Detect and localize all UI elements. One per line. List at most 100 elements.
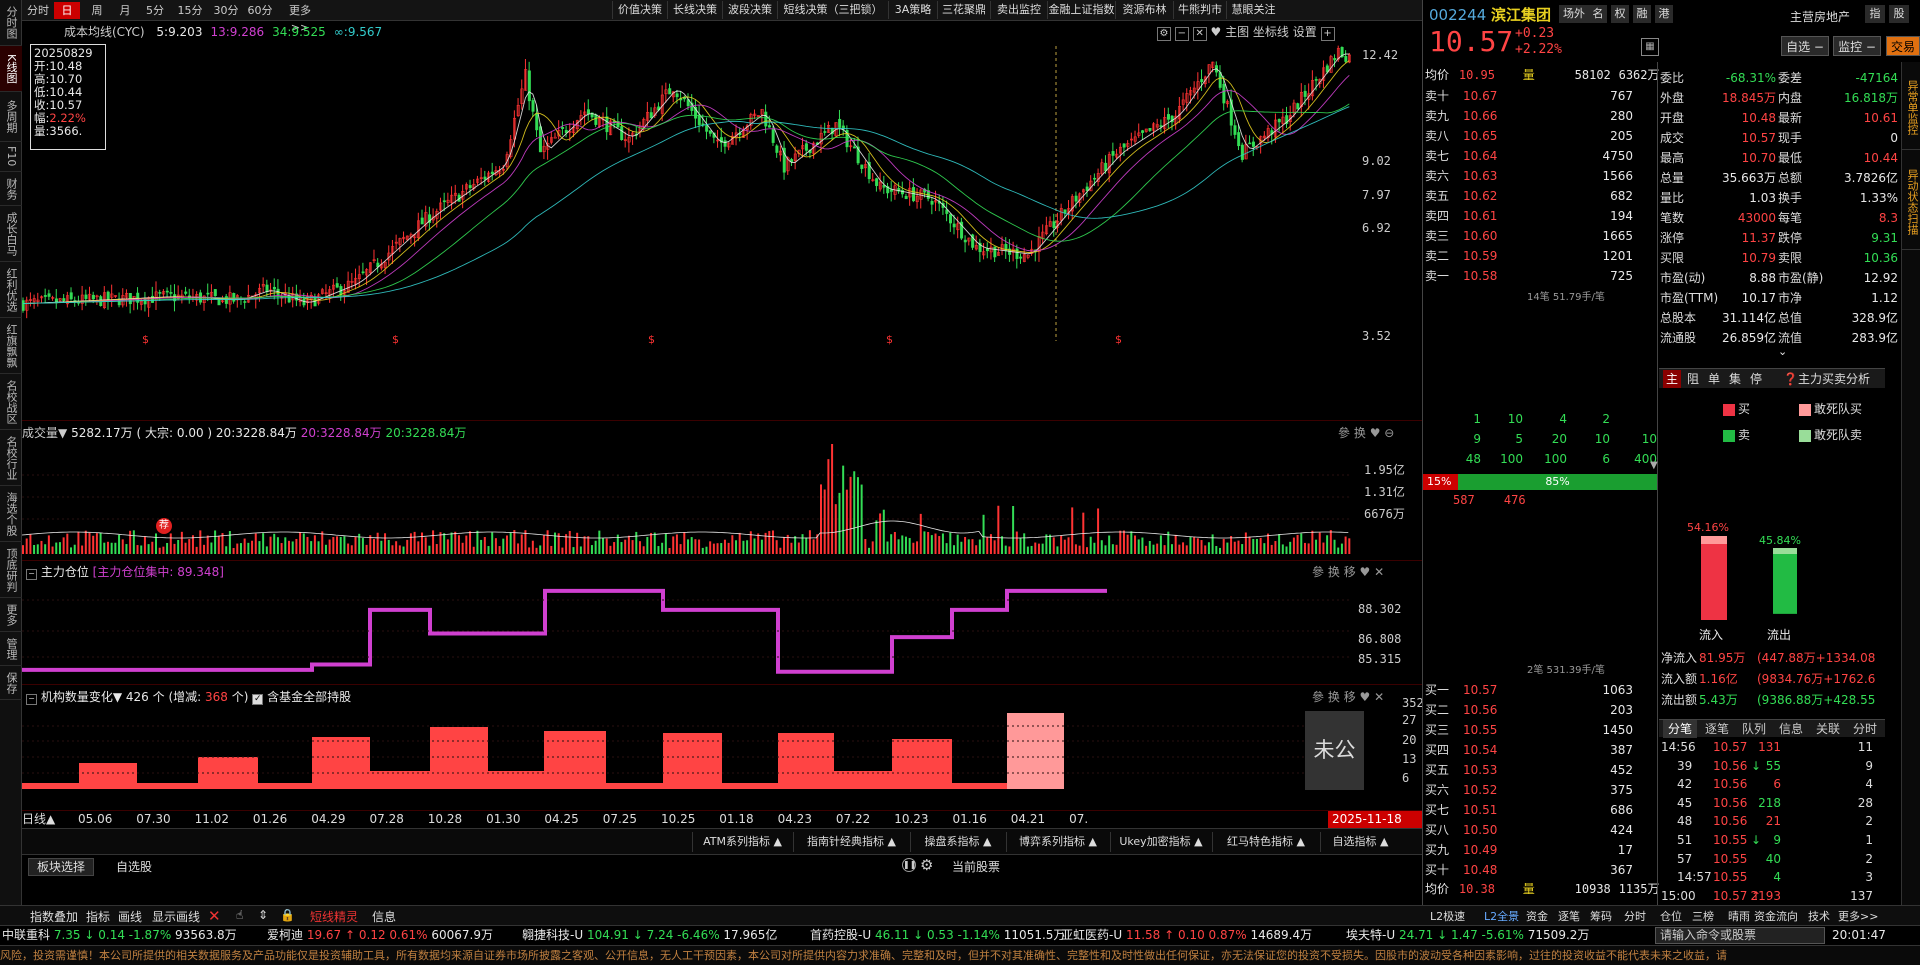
period-tab[interactable]: 日: [54, 2, 80, 19]
volume-panel[interactable]: 成交量▼ 5282.17万 ( 大宗: 0.00 ) 20:3228.84万 2…: [22, 421, 1422, 561]
quote-bottom-tab[interactable]: 更多>>: [1838, 908, 1878, 924]
left-tab[interactable]: 名校行业: [0, 430, 22, 486]
indicator-tab[interactable]: 博弈系列指标 ▲: [1006, 832, 1109, 852]
quote-bottom-tab[interactable]: L2全景: [1484, 908, 1519, 924]
ticker-item[interactable]: 爱柯迪 19.67 ↑ 0.12 0.61% 60067.9万: [267, 927, 493, 944]
quote-mini-button[interactable]: 交易: [1886, 36, 1920, 56]
left-tab[interactable]: 红旗飘飘: [0, 318, 22, 374]
ticker-item[interactable]: 首药控股-U 46.11 ↓ 0.53 -1.14% 11051.5万: [810, 927, 1065, 944]
indicator-tab[interactable]: 自选指标 ▲: [1320, 832, 1400, 852]
quote-bottom-tab[interactable]: 筹码: [1590, 908, 1612, 924]
period-tab[interactable]: 15分: [174, 2, 206, 19]
left-tab[interactable]: 成长白马: [0, 206, 22, 262]
pause-icon[interactable]: ❚❚: [902, 858, 916, 872]
trade-tab[interactable]: 信息: [1774, 720, 1808, 738]
recommend-badge[interactable]: 荐: [156, 518, 172, 534]
period-tab[interactable]: 30分: [210, 2, 242, 19]
stock-action-button[interactable]: 融: [1633, 5, 1651, 23]
sector-button[interactable]: 指: [1865, 5, 1885, 23]
quote-bottom-tab[interactable]: 仓位: [1660, 908, 1682, 924]
kline-chart[interactable]: $ $ $ $ $: [22, 21, 1352, 421]
ticker-item[interactable]: 中联重科 7.35 ↓ 0.14 -1.87% 93563.8万: [2, 927, 237, 944]
left-tab[interactable]: F10: [0, 142, 22, 172]
indicator-tab[interactable]: Ukey加密指标 ▲: [1110, 832, 1211, 852]
close-icon[interactable]: ✕: [1374, 565, 1384, 579]
quote-bottom-tab[interactable]: 晴雨: [1728, 908, 1750, 924]
zoom-icon[interactable]: ⊖: [1384, 426, 1394, 440]
strategy-button[interactable]: 波段决策: [722, 1, 777, 19]
trade-tab[interactable]: 关联: [1811, 720, 1845, 738]
quote-mini-button[interactable]: 自选 −: [1781, 36, 1829, 56]
bottom-tool-tab[interactable]: 画线: [118, 908, 142, 925]
left-tab[interactable]: 保存: [0, 666, 22, 700]
period-tab[interactable]: 周: [84, 2, 110, 19]
indicator-tab[interactable]: ATM系列指标 ▲: [692, 832, 792, 852]
watchlist-tab[interactable]: 自选股: [104, 858, 164, 876]
flow-tab[interactable]: 主: [1663, 370, 1681, 388]
period-tab[interactable]: 月: [112, 2, 138, 19]
ticker-item[interactable]: 翱捷科技-U 104.91 ↓ 7.24 -6.46% 17.965亿: [522, 927, 777, 944]
favorite-icon[interactable]: ♥: [1370, 426, 1381, 440]
scroll-down-icon[interactable]: ▼: [1650, 460, 1658, 471]
indicator-tab[interactable]: 红马特色指标 ▲: [1212, 832, 1319, 852]
kline-panel[interactable]: 成本均线(CYC) 5:9.203 13:9.286 34:9.525 ∞:9.567…: [22, 21, 1422, 421]
left-tab[interactable]: K线图: [0, 46, 22, 92]
quote-bottom-tab[interactable]: 资金: [1526, 908, 1548, 924]
expand-icon[interactable]: ▦: [1641, 38, 1659, 56]
left-tab[interactable]: 海选个股: [0, 486, 22, 542]
left-tab[interactable]: 顶底研判: [0, 542, 22, 598]
quote-bottom-tab[interactable]: 逐笔: [1558, 908, 1580, 924]
abnormal-order-tab[interactable]: 异常单监控: [1902, 66, 1920, 150]
vertical-move-icon[interactable]: ⇕: [258, 908, 268, 922]
trade-tab[interactable]: 逐笔: [1700, 720, 1734, 738]
flow-analysis-tab[interactable]: ❓主力买卖分析: [1783, 370, 1870, 388]
hand-icon[interactable]: ☝: [236, 908, 243, 922]
period-tab[interactable]: 60分: [244, 2, 276, 19]
sector-button[interactable]: 股: [1889, 5, 1909, 23]
left-tab[interactable]: 红利优选: [0, 262, 22, 318]
quote-bottom-tab[interactable]: 资金流向: [1754, 908, 1798, 924]
quote-bottom-tab[interactable]: L2极速: [1430, 908, 1465, 924]
period-label[interactable]: 日线▲: [22, 811, 55, 828]
quote-bottom-tab[interactable]: 技术: [1808, 908, 1830, 924]
trade-tab[interactable]: 分时: [1848, 720, 1882, 738]
gear-icon[interactable]: ⚙: [920, 856, 933, 874]
bottom-tool-tab[interactable]: 指数叠加: [30, 908, 78, 925]
period-tab[interactable]: 5分: [140, 2, 170, 19]
strategy-button[interactable]: 卖出监控: [990, 1, 1047, 19]
bottom-tool-tab[interactable]: 显示画线: [152, 908, 200, 925]
strategy-button[interactable]: 长线决策: [667, 1, 722, 19]
strategy-button[interactable]: 牛熊判市: [1173, 1, 1226, 19]
period-tab[interactable]: 更多>>: [280, 2, 320, 34]
more-chevron-icon[interactable]: ⌄: [1778, 345, 1787, 358]
abnormal-scan-tab[interactable]: 异动状态扫描: [1902, 154, 1920, 250]
info-tab[interactable]: 信息: [372, 908, 396, 925]
left-tab[interactable]: 财务: [0, 172, 22, 206]
volume-chart[interactable]: [22, 421, 1352, 561]
indicator-tab[interactable]: 指南针经典指标 ▲: [793, 832, 909, 852]
flow-tab[interactable]: 集: [1726, 370, 1744, 388]
main-position-panel[interactable]: − 主力仓位 [主力仓位集中: 89.348] 參 换 移 ♥ ✕ 88.302…: [22, 561, 1422, 685]
strategy-button[interactable]: 三花聚鼎: [937, 1, 990, 19]
left-tab[interactable]: 管理: [0, 632, 22, 666]
stock-action-button[interactable]: 权: [1611, 5, 1629, 23]
sector-label[interactable]: 主营房地产: [1790, 8, 1850, 25]
strategy-button[interactable]: 慧眼关注: [1226, 1, 1280, 19]
indicator-tab[interactable]: 操盘系指标 ▲: [910, 832, 1005, 852]
stock-action-button[interactable]: 场外: [1559, 5, 1589, 23]
flow-tab[interactable]: 单: [1705, 370, 1723, 388]
swap-icon[interactable]: 换: [1354, 426, 1366, 440]
stock-action-button[interactable]: 港: [1655, 5, 1673, 23]
strategy-button[interactable]: 短线决策（三把锁）: [777, 1, 888, 19]
quote-bottom-tab[interactable]: 分时: [1624, 908, 1646, 924]
strategy-button[interactable]: 金融上证指数: [1047, 1, 1115, 19]
ticker-item[interactable]: 亚虹医药-U 11.58 ↑ 0.10 0.87% 14689.4万: [1061, 927, 1312, 944]
period-tab[interactable]: 分时: [24, 2, 52, 19]
quote-bottom-tab[interactable]: 三榜: [1692, 908, 1714, 924]
left-tab[interactable]: 分时图: [0, 0, 22, 46]
left-tab[interactable]: 名校战区: [0, 374, 22, 430]
stock-action-button[interactable]: 名: [1589, 5, 1607, 23]
quote-mini-button[interactable]: 监控 −: [1833, 36, 1881, 56]
flow-tab[interactable]: 阻: [1684, 370, 1702, 388]
trade-tab[interactable]: 队列: [1737, 720, 1771, 738]
